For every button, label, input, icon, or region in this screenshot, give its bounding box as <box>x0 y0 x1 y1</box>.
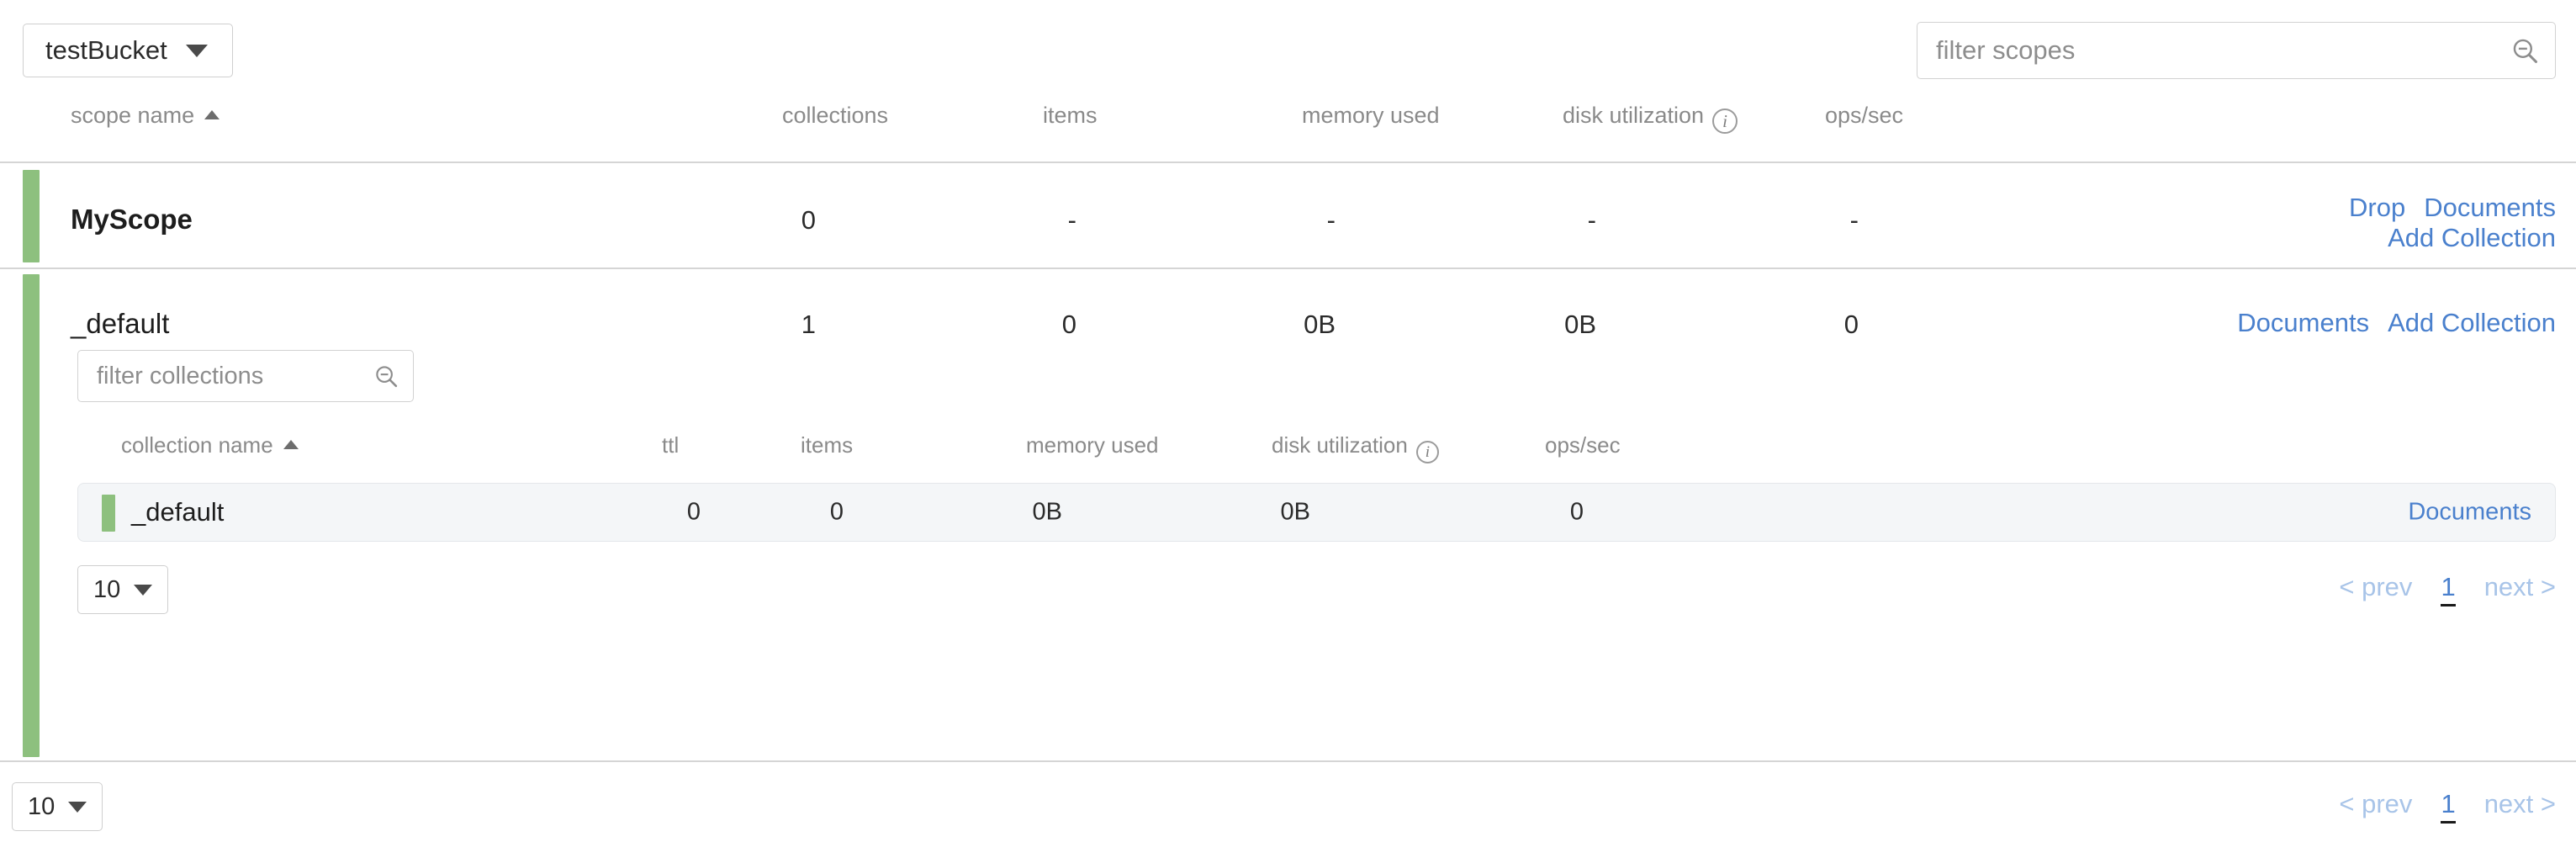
scope-memory-used-value: 0B <box>1218 310 1336 340</box>
scopes-pagination: 10 < prev 1 next > <box>12 782 2556 843</box>
chevron-down-icon <box>134 585 152 596</box>
collection-accent-bar <box>102 495 115 532</box>
drop-scope-link[interactable]: Drop <box>2349 193 2405 222</box>
add-collection-link[interactable]: Add Collection <box>2388 308 2556 337</box>
collection-table-header: collection name ttl items memory used di… <box>77 432 2556 481</box>
column-header-collections[interactable]: collections <box>782 103 888 129</box>
column-header-label: ttl <box>662 432 679 458</box>
chevron-down-icon <box>68 802 87 813</box>
table-row[interactable]: _default 1 0 0B 0B 0 Documents Add Collec… <box>0 267 2576 760</box>
scope-actions: Documents Add Collection <box>2018 308 2556 338</box>
next-page-button[interactable]: next > <box>2484 789 2556 819</box>
scopes-page-size-selector[interactable]: 10 <box>12 782 103 831</box>
scope-memory-used-value: - <box>1218 205 1336 236</box>
column-header-disk-utilization[interactable]: disk utilization i <box>1563 103 1738 134</box>
column-header-label: ops/sec <box>1825 103 1903 128</box>
scope-table-header: scope name collections items memory used… <box>0 103 2576 155</box>
scope-accent-bar <box>23 170 40 262</box>
collections-pager-nav: < prev 1 next > <box>2339 572 2556 606</box>
collection-ttl-value: 0 <box>583 499 701 527</box>
documents-link[interactable]: Documents <box>2237 308 2369 337</box>
bucket-selector-label: testBucket <box>45 35 167 66</box>
column-header-ttl[interactable]: ttl <box>662 432 679 458</box>
documents-link[interactable]: Documents <box>2408 499 2531 526</box>
column-header-label: collections <box>782 103 888 128</box>
filter-collections-input[interactable] <box>77 350 414 402</box>
scope-collections-value: 1 <box>698 310 816 340</box>
collections-panel: collection name ttl items memory used di… <box>77 350 2556 626</box>
column-header-disk-utilization[interactable]: disk utilization i <box>1272 432 1439 463</box>
collection-ops-sec-value: 0 <box>1466 499 1584 527</box>
bucket-selector[interactable]: testBucket <box>23 24 233 77</box>
prev-page-button[interactable]: < prev <box>2339 789 2412 819</box>
scopes-collections-page: testBucket scope name collections items … <box>0 0 2576 858</box>
sort-ascending-icon <box>283 440 299 449</box>
collection-disk-utilization-value: 0B <box>1193 499 1310 527</box>
column-header-label: memory used <box>1302 103 1440 128</box>
scope-collections-value: 0 <box>698 205 816 236</box>
scope-items-value: 0 <box>959 310 1076 340</box>
collection-actions: Documents <box>2408 499 2531 527</box>
toolbar: testBucket <box>0 0 2576 93</box>
column-header-scope-name[interactable]: scope name <box>71 103 220 129</box>
scope-name: MyScope <box>71 204 193 236</box>
filter-scopes-field <box>1917 22 2556 79</box>
column-header-memory-used[interactable]: memory used <box>1026 432 1159 458</box>
scope-items-value: - <box>959 205 1076 236</box>
info-icon[interactable]: i <box>1712 109 1738 134</box>
column-header-label: items <box>1043 103 1098 128</box>
scope-accent-bar <box>23 274 40 757</box>
collections-page-size-selector[interactable]: 10 <box>77 565 168 614</box>
column-header-label: items <box>801 432 853 458</box>
column-header-items[interactable]: items <box>801 432 853 458</box>
info-icon[interactable]: i <box>1416 441 1439 463</box>
scope-disk-utilization-value: - <box>1478 205 1596 236</box>
column-header-label: memory used <box>1026 432 1159 458</box>
page-number-1[interactable]: 1 <box>2441 572 2455 606</box>
filter-scopes-input[interactable] <box>1917 22 2556 79</box>
scope-actions: Drop Documents Add Collection <box>2085 193 2556 254</box>
scope-ops-sec-value: 0 <box>1741 310 1859 340</box>
scope-ops-sec-value: - <box>1741 205 1859 236</box>
collection-name: _default <box>131 497 224 527</box>
chevron-down-icon <box>186 45 208 57</box>
column-header-ops-sec[interactable]: ops/sec <box>1825 103 1903 129</box>
table-bottom-divider <box>0 760 2576 762</box>
scope-disk-utilization-value: 0B <box>1478 310 1596 340</box>
collections-page-size-value: 10 <box>93 576 120 604</box>
page-number-1[interactable]: 1 <box>2441 789 2455 824</box>
column-header-label: scope name <box>71 103 194 128</box>
scopes-page-size-value: 10 <box>28 793 55 821</box>
collection-memory-used-value: 0B <box>944 499 1062 527</box>
column-header-label: collection name <box>121 432 273 458</box>
add-collection-link[interactable]: Add Collection <box>2388 223 2556 252</box>
filter-collections-field <box>77 350 414 402</box>
documents-link[interactable]: Documents <box>2424 193 2556 222</box>
next-page-button[interactable]: next > <box>2484 572 2556 602</box>
column-header-memory-used[interactable]: memory used <box>1302 103 1440 129</box>
collections-pagination: 10 < prev 1 next > <box>77 565 2556 626</box>
column-header-items[interactable]: items <box>1043 103 1098 129</box>
sort-ascending-icon <box>204 110 220 119</box>
list-item[interactable]: _default 0 0 0B 0B 0 Documents <box>77 483 2556 542</box>
collection-items-value: 0 <box>726 499 844 527</box>
column-header-collection-name[interactable]: collection name <box>121 432 299 458</box>
column-header-label: disk utilization <box>1563 103 1704 128</box>
column-header-label: disk utilization <box>1272 432 1408 458</box>
table-row[interactable]: MyScope 0 - - - - Drop Documents Add Coll… <box>0 162 2576 267</box>
column-header-label: ops/sec <box>1545 432 1621 458</box>
scopes-pager-nav: < prev 1 next > <box>2339 789 2556 824</box>
scope-name: _default <box>71 308 169 340</box>
prev-page-button[interactable]: < prev <box>2339 572 2412 602</box>
column-header-ops-sec[interactable]: ops/sec <box>1545 432 1621 458</box>
